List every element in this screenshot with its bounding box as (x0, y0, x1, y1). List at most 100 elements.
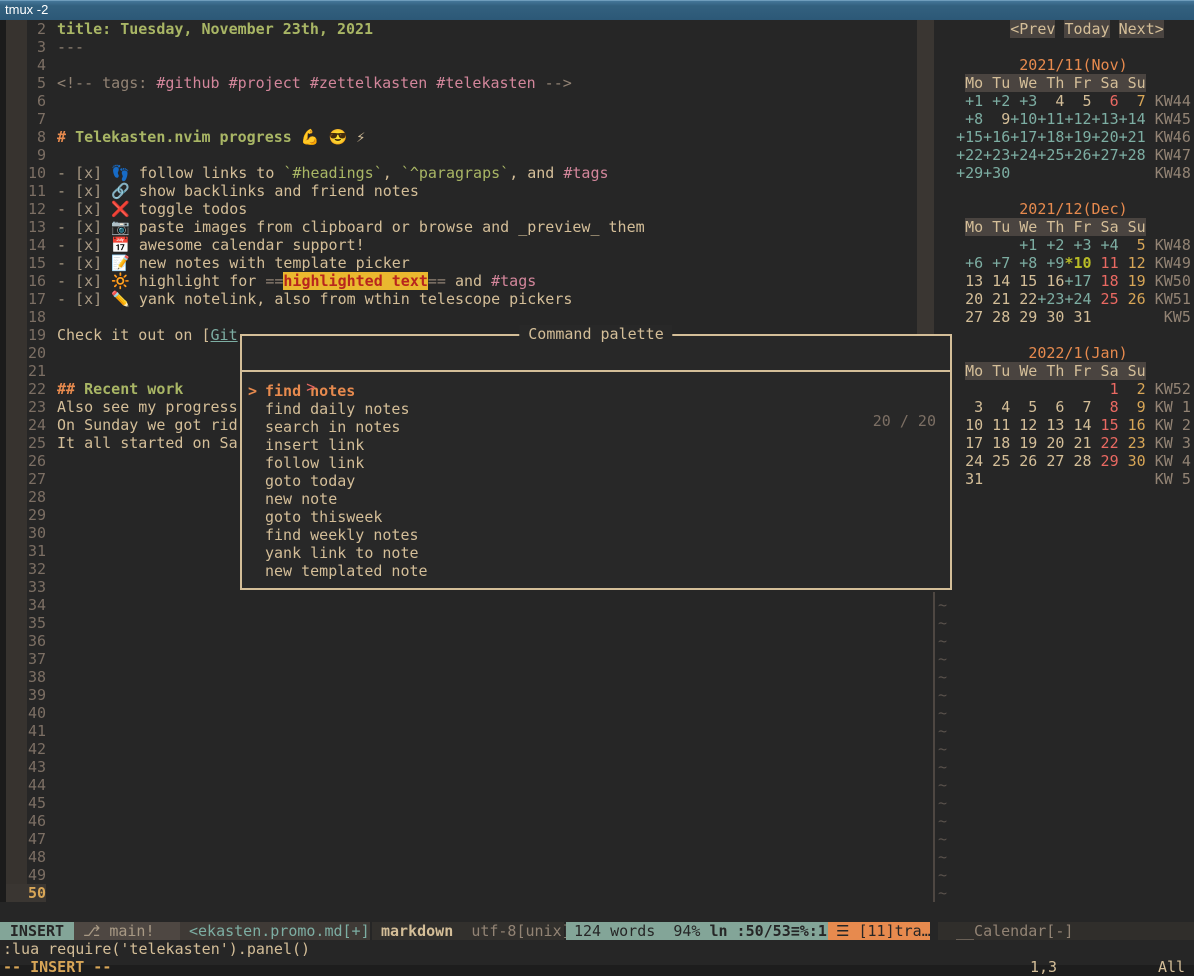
palette-item[interactable]: search in notes (242, 418, 950, 436)
calendar-day[interactable]: +7 (983, 254, 1010, 272)
line-number: 45 (6, 794, 46, 812)
git-branch-segment[interactable]: ⎇ main! (74, 922, 180, 940)
palette-item[interactable]: new note (242, 490, 950, 508)
palette-item[interactable]: >find notes (242, 382, 950, 400)
calendar-day[interactable]: +17 (1064, 272, 1091, 290)
calendar-day[interactable]: +11 (1037, 110, 1064, 128)
calendar-day[interactable]: +23 (1037, 290, 1064, 308)
calendar-day[interactable]: +12 (1064, 110, 1091, 128)
palette-item[interactable]: find daily notes (242, 400, 950, 418)
calendar-today-button[interactable]: Today (1064, 20, 1109, 38)
palette-item[interactable]: follow link (242, 454, 950, 472)
calendar-day[interactable]: +3 (1010, 92, 1037, 110)
calendar-day[interactable]: +14 (1119, 110, 1146, 128)
calendar-next-button[interactable]: Next> (1119, 20, 1164, 38)
calendar-day[interactable]: +6 (956, 254, 983, 272)
calendar-day[interactable]: 20 21 22 (956, 290, 1037, 308)
calendar-day[interactable]: +13 (1092, 110, 1119, 128)
calendar-day[interactable]: +1 (956, 92, 983, 110)
calendar-day[interactable]: 17 18 19 20 21 (956, 434, 1091, 452)
palette-item[interactable]: yank link to note (242, 544, 950, 562)
calendar-prev-button[interactable]: <Prev (1010, 20, 1055, 38)
calendar-line: <Prev Today Next> (938, 20, 1194, 38)
calendar-day[interactable]: 7 (1119, 92, 1146, 110)
calendar-day[interactable]: +24 (1064, 290, 1091, 308)
calendar-day[interactable]: +10 (1010, 110, 1037, 128)
calendar-day[interactable]: +1 (1010, 236, 1037, 254)
week-number: KW5 (1146, 308, 1191, 326)
calendar-day[interactable]: +2 (1037, 236, 1064, 254)
text-span: ~ (938, 668, 947, 686)
line-text (46, 722, 57, 740)
calendar-day[interactable]: 5 (1119, 236, 1146, 254)
calendar-day[interactable]: 9 (1119, 398, 1146, 416)
palette-item[interactable]: goto thisweek (242, 508, 950, 526)
calendar-day[interactable]: 16 (1119, 416, 1146, 434)
calendar-day[interactable]: 25 (1092, 290, 1119, 308)
calendar-day[interactable]: 31 (956, 470, 983, 488)
calendar-day[interactable]: +9 (1037, 254, 1064, 272)
line-text: - [x] ❌ toggle todos (46, 200, 247, 218)
github-link[interactable]: Git (211, 326, 238, 344)
text-span: ~ (938, 866, 947, 884)
line-text: - [x] 📅 awesome calendar support! (46, 236, 365, 254)
calendar-day[interactable]: 26 (1119, 290, 1146, 308)
calendar-day[interactable]: +29+30 (956, 164, 1010, 182)
calendar-line (938, 542, 1194, 560)
palette-item[interactable]: find weekly notes (242, 526, 950, 544)
calendar-day[interactable]: 6 (1092, 92, 1119, 110)
calendar-day[interactable]: 4 (1037, 92, 1064, 110)
calendar-day[interactable]: 10 11 12 13 14 (956, 416, 1091, 434)
palette-item[interactable]: insert link (242, 436, 950, 454)
calendar-day[interactable]: 18 (1092, 272, 1119, 290)
text-span: #tags (491, 272, 536, 290)
tab-segment[interactable]: ☰ [11]tra… (828, 922, 930, 940)
calendar-day[interactable]: 3 4 5 6 7 (956, 398, 1091, 416)
calendar-day[interactable]: +15+16+17+18+19+20+21 (956, 128, 1146, 146)
text-span (938, 254, 956, 272)
calendar-day[interactable]: 13 14 15 16 (956, 272, 1064, 290)
calendar-pane[interactable]: <Prev Today Next> 2021/11(Nov) Mo Tu We … (938, 20, 1194, 902)
text-span (938, 200, 1019, 218)
calendar-day[interactable]: 29 (1092, 452, 1119, 470)
calendar-today[interactable]: *10 (1064, 254, 1091, 272)
calendar-day[interactable]: 12 (1119, 254, 1146, 272)
calendar-day[interactable]: 23 (1119, 434, 1146, 452)
calendar-day[interactable]: 22 (1092, 434, 1119, 452)
line-number: 8 (6, 128, 46, 146)
calendar-day[interactable]: 2 (1119, 380, 1146, 398)
calendar-day[interactable]: 27 28 29 30 31 (956, 308, 1091, 326)
calendar-day[interactable]: 30 (1119, 452, 1146, 470)
calendar-day[interactable]: +3 (1064, 236, 1091, 254)
editor-line: 3--- (0, 38, 934, 56)
command-line[interactable]: :lua require('telekasten').panel() (3, 940, 310, 958)
calendar-day[interactable]: +2 (983, 92, 1010, 110)
calendar-day[interactable]: 5 (1064, 92, 1091, 110)
calendar-day[interactable]: 11 (1092, 254, 1119, 272)
filename-segment[interactable]: <ekasten.promo.md[+] (180, 922, 370, 940)
line-text (46, 56, 57, 74)
week-number: KW 4 (1146, 452, 1191, 470)
text-span: , and (509, 164, 563, 182)
line-text: --- (46, 38, 84, 56)
palette-prompt[interactable]: > 20 / 20 (242, 336, 950, 372)
calendar-day[interactable]: +8 (1010, 254, 1037, 272)
text-span: Also see my progress (57, 398, 238, 416)
calendar-day[interactable]: 9 (983, 110, 1010, 128)
palette-item[interactable]: goto today (242, 472, 950, 490)
calendar-line: 2021/11(Nov) (938, 56, 1194, 74)
palette-item[interactable]: new templated note (242, 562, 950, 580)
calendar-day[interactable]: 24 25 26 27 28 (956, 452, 1091, 470)
calendar-day[interactable]: +4 (1092, 236, 1119, 254)
text-span: and (446, 272, 491, 290)
line-text (46, 470, 57, 488)
calendar-day[interactable]: +22+23+24+25+26+27+28 (956, 146, 1146, 164)
calendar-day[interactable]: 1 (1092, 380, 1119, 398)
editor-line: 5<!-- tags: #github #project #zettelkast… (0, 74, 934, 92)
text-span: follow links to (139, 164, 284, 182)
calendar-day[interactable]: +8 (956, 110, 983, 128)
calendar-day[interactable]: 15 (1092, 416, 1119, 434)
calendar-day[interactable]: 19 (1119, 272, 1146, 290)
calendar-day[interactable]: 8 (1092, 398, 1119, 416)
calendar-line (938, 524, 1194, 542)
